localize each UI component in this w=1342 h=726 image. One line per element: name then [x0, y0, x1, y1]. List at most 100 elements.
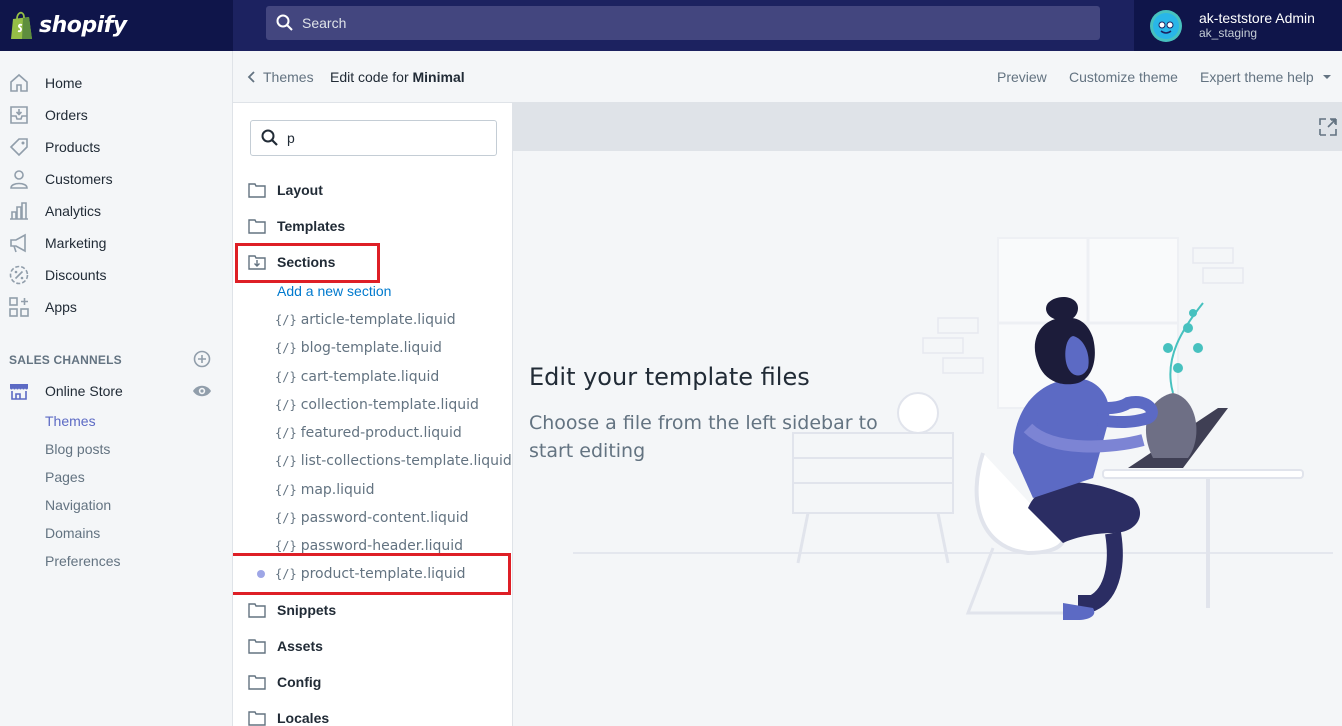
- megaphone-icon: [10, 233, 26, 253]
- global-search[interactable]: Search: [266, 6, 1100, 40]
- code-file-icon: {/}: [275, 398, 297, 412]
- account-name: ak-teststore Admin: [1199, 9, 1315, 26]
- file-password-content[interactable]: {/} password-content.liquid: [275, 508, 469, 528]
- file-name: password-header.liquid: [300, 538, 464, 554]
- chevron-left-icon: [247, 71, 255, 83]
- expert-help-dropdown[interactable]: Expert theme help: [1200, 69, 1332, 85]
- file-collection-template[interactable]: {/} collection-template.liquid: [275, 395, 479, 415]
- search-placeholder: Search: [302, 15, 347, 31]
- folder-label: Assets: [277, 638, 323, 654]
- highlight-box-product-template: [233, 553, 511, 595]
- file-cart-template[interactable]: {/} cart-template.liquid: [275, 367, 439, 387]
- top-bar: shopify Search ak-teststore Admin ak_sta…: [0, 0, 1342, 51]
- file-article-template[interactable]: {/} article-template.liquid: [275, 310, 456, 330]
- file-map[interactable]: {/} map.liquid: [275, 480, 375, 500]
- home-icon: [10, 73, 28, 92]
- file-search-field[interactable]: [250, 120, 497, 156]
- folder-label: Config: [277, 674, 322, 690]
- nav-analytics-label: Analytics: [45, 203, 102, 219]
- code-file-icon: {/}: [275, 313, 297, 327]
- file-blog-template[interactable]: {/} blog-template.liquid: [275, 338, 442, 358]
- file-name: article-template.liquid: [300, 312, 456, 328]
- code-file-icon: {/}: [275, 483, 297, 497]
- nav-products[interactable]: Products: [0, 133, 233, 161]
- nav-pages[interactable]: Pages: [45, 469, 85, 485]
- brand-name: shopify: [39, 13, 127, 38]
- eye-icon[interactable]: [192, 381, 212, 401]
- nav-products-label: Products: [45, 139, 101, 155]
- apps-icon: [9, 297, 29, 317]
- nav-orders[interactable]: Orders: [0, 101, 233, 129]
- back-label: Themes: [263, 69, 314, 85]
- page-title-prefix: Edit code for: [330, 69, 413, 85]
- page-title: Edit code for Minimal: [330, 69, 465, 85]
- nav-apps-label: Apps: [45, 299, 77, 315]
- file-search-input[interactable]: [287, 127, 487, 149]
- person-icon: [10, 170, 28, 189]
- theme-name: Minimal: [412, 69, 465, 85]
- orders-icon: [10, 106, 28, 124]
- folder-icon: [248, 639, 266, 654]
- file-sidebar: Layout Templates Sections Add a new sect…: [233, 103, 513, 726]
- file-list-collections-template[interactable]: {/} list-collections-template.liquid: [275, 451, 512, 471]
- tag-icon: [9, 138, 28, 157]
- file-name: map.liquid: [300, 482, 375, 498]
- nav-analytics[interactable]: Analytics: [0, 197, 233, 225]
- nav-apps[interactable]: Apps: [0, 293, 233, 321]
- code-file-icon: {/}: [275, 539, 297, 553]
- folder-label: Layout: [277, 182, 323, 198]
- preview-link[interactable]: Preview: [997, 69, 1047, 85]
- store-icon: [10, 384, 28, 400]
- file-name: featured-product.liquid: [300, 425, 462, 441]
- empty-state-subtitle: Choose a file from the left sidebar to s…: [529, 412, 878, 462]
- bar-chart-icon: [10, 202, 28, 220]
- nav-navigation[interactable]: Navigation: [45, 497, 111, 513]
- folder-icon: [248, 183, 266, 198]
- folder-config[interactable]: Config: [248, 670, 321, 694]
- folder-icon: [248, 219, 266, 234]
- folder-label: Snippets: [277, 602, 337, 618]
- add-channel-icon[interactable]: [192, 349, 212, 369]
- discount-icon: [9, 265, 29, 285]
- expert-help-label: Expert theme help: [1200, 69, 1314, 85]
- avatar: [1150, 9, 1182, 42]
- nav-marketing[interactable]: Marketing: [0, 229, 233, 257]
- code-file-icon: {/}: [275, 426, 297, 440]
- nav-blog-posts[interactable]: Blog posts: [45, 441, 110, 457]
- folder-layout[interactable]: Layout: [248, 178, 323, 202]
- file-name: password-content.liquid: [300, 510, 469, 526]
- folder-icon: [248, 603, 266, 618]
- file-featured-product[interactable]: {/} featured-product.liquid: [275, 423, 462, 443]
- avatar-face-icon: [1153, 12, 1179, 39]
- nav-domains[interactable]: Domains: [45, 525, 100, 541]
- folder-locales[interactable]: Locales: [248, 706, 329, 726]
- shopify-bag-icon: [11, 11, 32, 39]
- add-new-section-link[interactable]: Add a new section: [277, 283, 391, 299]
- back-to-themes[interactable]: Themes: [247, 69, 314, 85]
- code-file-icon: {/}: [275, 370, 297, 384]
- code-file-icon: {/}: [275, 511, 297, 525]
- nav-marketing-label: Marketing: [45, 235, 107, 251]
- file-name: cart-template.liquid: [300, 369, 440, 385]
- expand-icon[interactable]: [1318, 117, 1338, 137]
- nav-themes[interactable]: Themes: [45, 413, 96, 429]
- folder-icon: [248, 675, 266, 690]
- account-menu[interactable]: ak-teststore Admin ak_staging: [1134, 0, 1342, 51]
- file-name: list-collections-template.liquid: [300, 453, 512, 469]
- shopify-logo[interactable]: shopify: [0, 0, 233, 51]
- nav-customers[interactable]: Customers: [0, 165, 233, 193]
- folder-templates[interactable]: Templates: [248, 214, 345, 238]
- nav-home-label: Home: [45, 75, 83, 91]
- nav-home[interactable]: Home: [0, 69, 233, 97]
- nav-orders-label: Orders: [45, 107, 88, 123]
- nav-discounts[interactable]: Discounts: [0, 261, 233, 289]
- customize-theme-link[interactable]: Customize theme: [1069, 69, 1178, 85]
- file-name: blog-template.liquid: [300, 340, 442, 356]
- folder-snippets[interactable]: Snippets: [248, 598, 336, 622]
- editor-pane: Edit your template files Choose a file f…: [513, 103, 1342, 726]
- nav-preferences[interactable]: Preferences: [45, 553, 120, 569]
- page-header: Themes Edit code for Minimal Preview Cus…: [233, 51, 1342, 103]
- search-icon: [261, 129, 278, 146]
- editor-tab-bar: [513, 103, 1342, 151]
- folder-assets[interactable]: Assets: [248, 634, 323, 658]
